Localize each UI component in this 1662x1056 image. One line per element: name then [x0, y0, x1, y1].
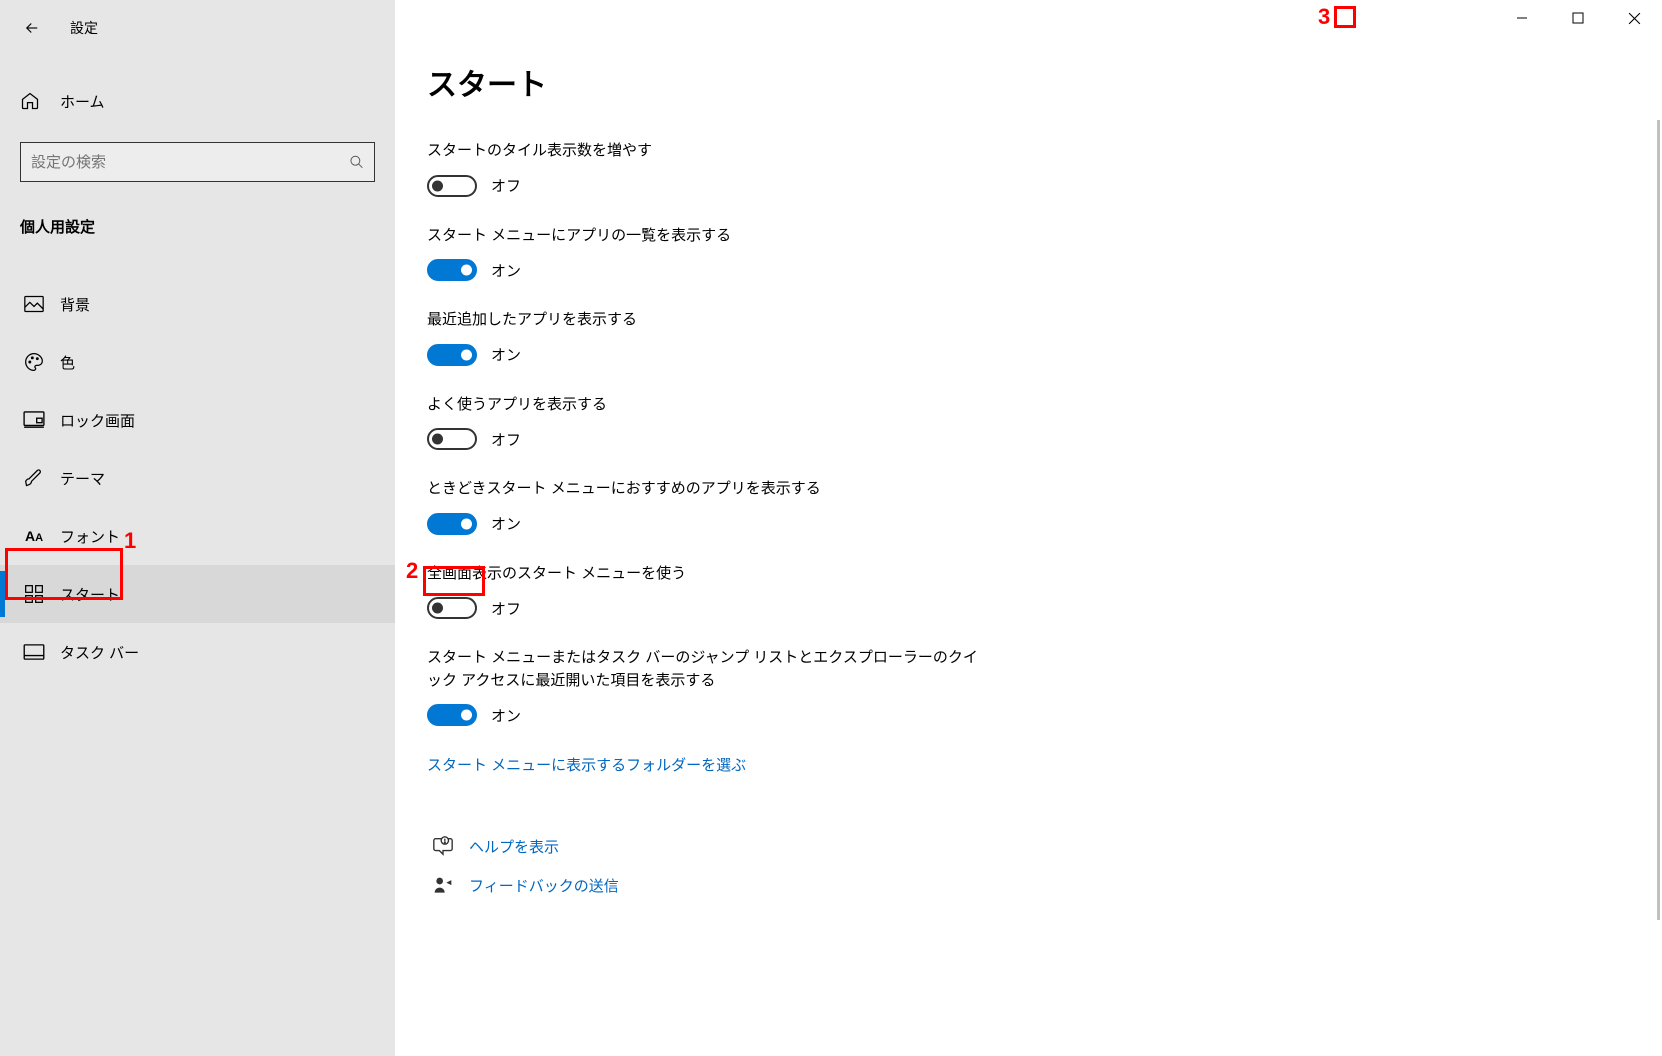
- sidebar-item-colors[interactable]: 色: [0, 333, 395, 391]
- setting-suggestions: ときどきスタート メニューにおすすめのアプリを表示する オン: [427, 478, 987, 535]
- sidebar-item-start[interactable]: スタート: [0, 565, 395, 623]
- feedback-link[interactable]: フィードバックの送信: [469, 875, 619, 896]
- minimize-icon: [1516, 12, 1528, 24]
- home-label: ホーム: [60, 91, 105, 112]
- maximize-button[interactable]: [1550, 0, 1606, 36]
- sidebar-item-label: ロック画面: [60, 410, 135, 431]
- help-icon: [432, 835, 454, 857]
- scrollbar[interactable]: [1657, 120, 1660, 920]
- category-heading: 個人用設定: [20, 216, 395, 237]
- toggle-more-tiles[interactable]: [427, 175, 477, 197]
- sidebar-item-taskbar[interactable]: タスク バー: [0, 623, 395, 681]
- maximize-icon: [1572, 12, 1584, 24]
- sidebar-item-label: フォント: [60, 526, 120, 547]
- font-icon: AA: [25, 528, 43, 544]
- main-content: スタート スタートのタイル表示数を増やす オフ スタート メニューにアプリの一覧…: [395, 0, 1662, 1056]
- sidebar-item-label: 色: [60, 352, 75, 373]
- setting-label: ときどきスタート メニューにおすすめのアプリを表示する: [427, 478, 987, 501]
- toggle-state-text: オフ: [491, 598, 521, 619]
- home-nav[interactable]: ホーム: [0, 76, 395, 126]
- close-icon: [1628, 12, 1641, 25]
- titlebar: 設定: [0, 8, 395, 48]
- toggle-most-used[interactable]: [427, 428, 477, 450]
- help-link[interactable]: ヘルプを表示: [469, 836, 559, 857]
- toggle-state-text: オフ: [491, 175, 521, 196]
- close-button[interactable]: [1606, 0, 1662, 36]
- palette-icon: [24, 352, 44, 372]
- setting-label: よく使うアプリを表示する: [427, 394, 987, 417]
- toggle-state-text: オフ: [491, 429, 521, 450]
- sidebar: 設定 ホーム 個人用設定 背景 色 ロック画面: [0, 0, 395, 1056]
- arrow-left-icon: [23, 19, 41, 37]
- picture-icon: [24, 295, 44, 313]
- toggle-suggestions[interactable]: [427, 513, 477, 535]
- sidebar-item-background[interactable]: 背景: [0, 275, 395, 333]
- setting-fullscreen-start: 全画面表示のスタート メニューを使う オフ: [427, 563, 987, 620]
- toggle-state-text: オン: [491, 705, 521, 726]
- choose-folders-link[interactable]: スタート メニューに表示するフォルダーを選ぶ: [427, 754, 746, 775]
- sidebar-item-label: 背景: [60, 294, 90, 315]
- taskbar-icon: [23, 644, 45, 660]
- toggle-fullscreen-start[interactable]: [427, 597, 477, 619]
- lockscreen-icon: [23, 411, 45, 429]
- setting-recently-added: 最近追加したアプリを表示する オン: [427, 309, 987, 366]
- home-icon: [20, 91, 40, 111]
- sidebar-item-label: スタート: [60, 584, 120, 605]
- setting-app-list: スタート メニューにアプリの一覧を表示する オン: [427, 225, 987, 282]
- feedback-row: フィードバックの送信: [427, 875, 1602, 896]
- toggle-app-list[interactable]: [427, 259, 477, 281]
- setting-label: スタートのタイル表示数を増やす: [427, 140, 987, 163]
- setting-label: スタート メニューまたはタスク バーのジャンプ リストとエクスプローラーのクイッ…: [427, 647, 987, 692]
- toggle-state-text: オン: [491, 513, 521, 534]
- page-title: スタート: [427, 60, 1602, 104]
- setting-label: スタート メニューにアプリの一覧を表示する: [427, 225, 987, 248]
- sidebar-item-themes[interactable]: テーマ: [0, 449, 395, 507]
- brush-icon: [24, 468, 44, 488]
- sidebar-item-label: タスク バー: [60, 642, 139, 663]
- toggle-jumplist-recent[interactable]: [427, 704, 477, 726]
- sidebar-item-fonts[interactable]: AA フォント: [0, 507, 395, 565]
- toggle-state-text: オン: [491, 344, 521, 365]
- toggle-recently-added[interactable]: [427, 344, 477, 366]
- setting-jumplist-recent: スタート メニューまたはタスク バーのジャンプ リストとエクスプローラーのクイッ…: [427, 647, 987, 726]
- back-button[interactable]: [16, 12, 48, 44]
- setting-label: 最近追加したアプリを表示する: [427, 309, 987, 332]
- search-input[interactable]: [31, 154, 349, 171]
- sidebar-item-lockscreen[interactable]: ロック画面: [0, 391, 395, 449]
- help-row: ヘルプを表示: [427, 835, 1602, 857]
- sidebar-item-label: テーマ: [60, 468, 105, 489]
- window-controls: [1494, 0, 1662, 40]
- nav-list: 背景 色 ロック画面 テーマ AA フォント スタート: [0, 275, 395, 681]
- feedback-icon: [433, 876, 453, 896]
- setting-most-used: よく使うアプリを表示する オフ: [427, 394, 987, 451]
- search-box[interactable]: [20, 142, 375, 182]
- search-icon: [349, 154, 364, 170]
- toggle-state-text: オン: [491, 260, 521, 281]
- minimize-button[interactable]: [1494, 0, 1550, 36]
- window-title: 設定: [70, 18, 98, 38]
- setting-more-tiles: スタートのタイル表示数を増やす オフ: [427, 140, 987, 197]
- setting-label: 全画面表示のスタート メニューを使う: [427, 563, 987, 586]
- start-icon: [24, 584, 44, 604]
